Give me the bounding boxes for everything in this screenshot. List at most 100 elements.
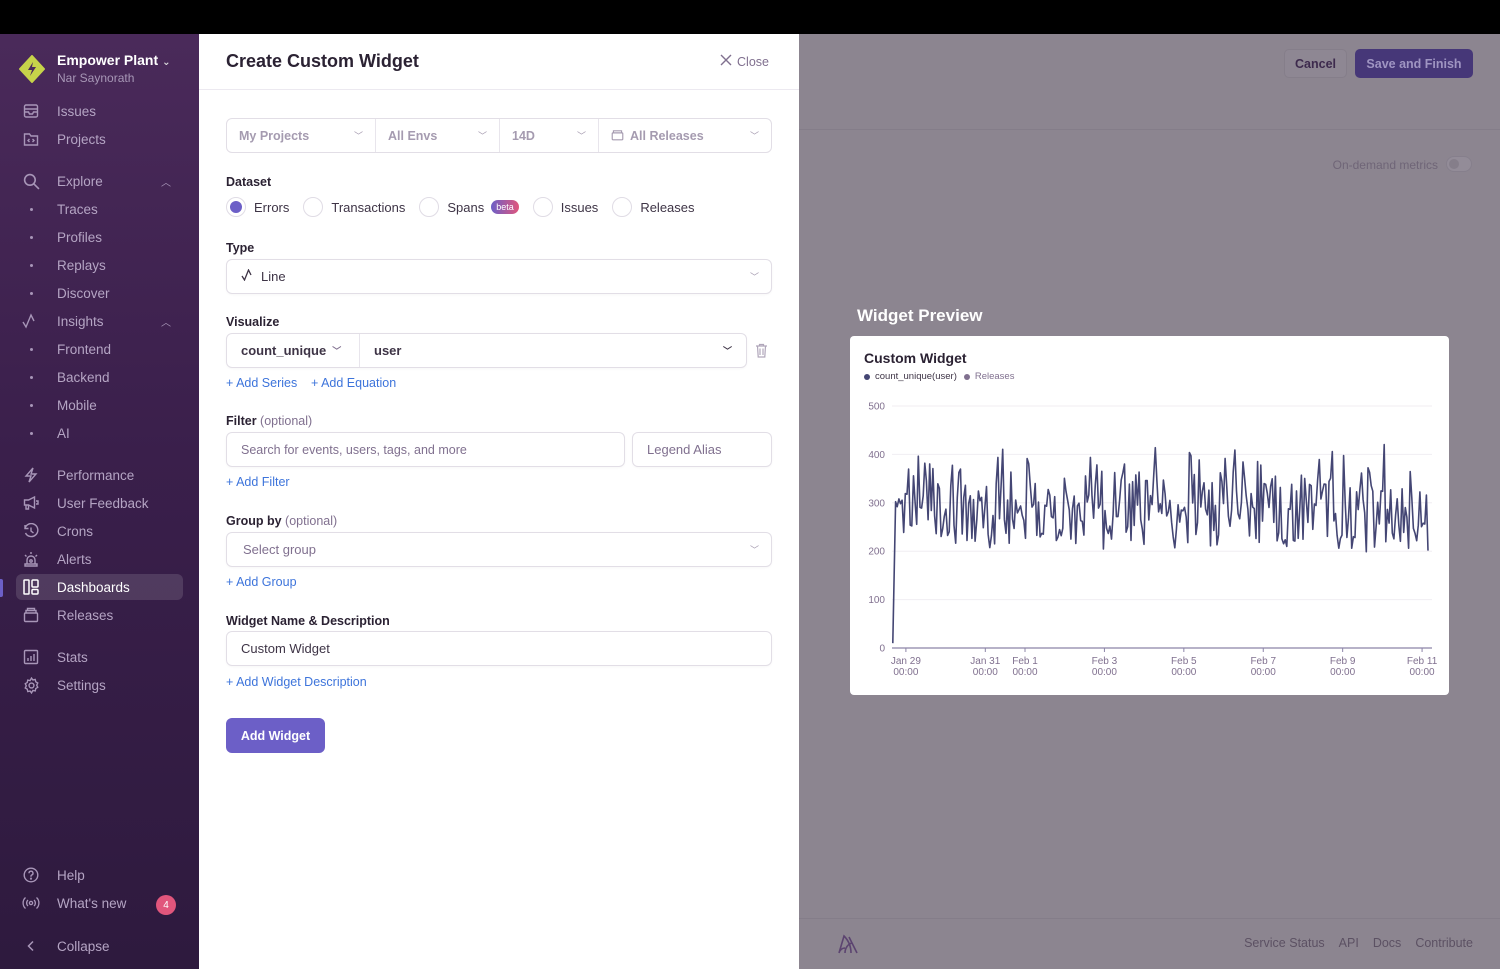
widget-name-input[interactable]: Custom Widget	[226, 631, 772, 666]
footer-link-service-status[interactable]: Service Status	[1244, 936, 1325, 950]
radio[interactable]	[419, 197, 440, 217]
radio[interactable]	[612, 197, 633, 217]
footer-link-docs[interactable]: Docs	[1373, 936, 1401, 950]
sidebar-item-projects[interactable]: Projects	[16, 126, 183, 152]
add-widget-button[interactable]: Add Widget	[226, 718, 325, 753]
add-group-link[interactable]: + Add Group	[226, 575, 297, 589]
sidebar-item-crons[interactable]: Crons	[16, 518, 183, 544]
filter-label: Filter (optional)	[226, 414, 313, 428]
y-tick-label: 500	[868, 402, 885, 413]
legend-item-releases[interactable]: Releases	[963, 371, 1014, 382]
display-type-select[interactable]: Line ﹀	[226, 259, 772, 294]
search-icon	[16, 173, 46, 190]
dashboard-icon	[16, 579, 46, 595]
dataset-option-issues[interactable]: Issues	[532, 197, 598, 217]
aggregate-function-select[interactable]: count_unique ﹀	[227, 334, 360, 367]
sentry-logo-icon	[837, 933, 861, 960]
chevron-left-icon	[16, 940, 46, 952]
chevron-down-icon: ⌄	[162, 57, 171, 68]
project-filter[interactable]: My Projects ﹀	[227, 119, 376, 152]
org-name: Empower Plant	[57, 52, 159, 68]
on-demand-metrics-toggle[interactable]	[1446, 156, 1472, 172]
chevron-down-icon: ﹀	[749, 545, 759, 555]
sidebar-collapse-button[interactable]: Collapse	[16, 933, 183, 959]
org-switcher[interactable]: Empower Plant ⌄ Nar Saynorath	[18, 52, 171, 85]
dataset-option-transactions[interactable]: Transactions	[303, 197, 405, 217]
sidebar-item-mobile[interactable]: Mobile	[16, 392, 183, 418]
close-button[interactable]: Close	[720, 54, 769, 69]
bullet-icon	[29, 235, 33, 239]
sidebar-item-discover[interactable]: Discover	[16, 280, 183, 306]
x-tick-label: Feb 9	[1330, 656, 1356, 667]
sidebar-item-user-feedback[interactable]: User Feedback	[16, 490, 183, 516]
x-tick-label: 00:00	[1171, 667, 1196, 678]
sidebar-item-backend[interactable]: Backend	[16, 364, 183, 390]
legend-alias-input[interactable]: Legend Alias	[632, 432, 772, 467]
sidebar-item-insights[interactable]: Insights ︿	[16, 308, 183, 334]
radio[interactable]	[532, 197, 553, 217]
bullet-icon	[29, 403, 33, 407]
group-by-label: Group by (optional)	[226, 514, 338, 528]
sidebar-item-frontend[interactable]: Frontend	[16, 336, 183, 362]
releases-icon	[611, 128, 624, 144]
x-tick-label: Feb 7	[1250, 656, 1276, 667]
sidebar-item-alerts[interactable]: Alerts	[16, 546, 183, 572]
sidebar-item-settings[interactable]: Settings	[16, 672, 183, 698]
x-tick-label: 00:00	[1330, 667, 1355, 678]
cancel-button[interactable]: Cancel	[1284, 49, 1347, 78]
add-filter-link[interactable]: + Add Filter	[226, 475, 290, 489]
chevron-down-icon: ﹀	[477, 131, 487, 141]
panel-title: Create Custom Widget	[226, 51, 419, 71]
environment-filter[interactable]: All Envs ﹀	[376, 119, 500, 152]
sidebar-item-ai[interactable]: AI	[16, 420, 183, 446]
widget-preview-title: Widget Preview	[857, 306, 983, 325]
footer-link-contribute[interactable]: Contribute	[1415, 936, 1473, 950]
y-tick-label: 100	[868, 595, 885, 606]
footer-link-api[interactable]: API	[1339, 936, 1359, 950]
save-and-finish-button[interactable]: Save and Finish	[1355, 49, 1473, 78]
page-filters-bar: My Projects ﹀ All Envs ﹀ 14D ﹀ All Releases…	[226, 118, 772, 153]
broadcast-icon	[16, 896, 46, 910]
siren-icon	[16, 551, 46, 567]
gear-icon	[16, 676, 46, 694]
beta-badge: beta	[491, 200, 519, 214]
radio-selected[interactable]	[226, 197, 246, 217]
help-icon	[16, 867, 46, 883]
sidebar-item-help[interactable]: Help	[16, 862, 183, 888]
x-tick-label: 00:00	[1092, 667, 1117, 678]
dataset-option-releases[interactable]: Releases	[612, 197, 695, 217]
sidebar-item-dashboards[interactable]: Dashboards	[16, 574, 183, 600]
add-series-link[interactable]: + Add Series	[226, 376, 297, 390]
sidebar-item-explore[interactable]: Explore ︿	[16, 168, 183, 194]
sidebar-item-replays[interactable]: Replays	[16, 252, 183, 278]
group-by-select[interactable]: Select group ﹀	[226, 532, 772, 567]
date-range-filter[interactable]: 14D ﹀	[500, 119, 599, 152]
bullet-icon	[29, 291, 33, 295]
bullet-icon	[29, 431, 33, 435]
add-equation-link[interactable]: + Add Equation	[311, 376, 396, 390]
legend-item-series[interactable]: count_unique(user)	[864, 371, 957, 382]
sidebar-item-performance[interactable]: Performance	[16, 462, 183, 488]
x-tick-label: 00:00	[1012, 667, 1037, 678]
delete-series-button[interactable]	[755, 343, 768, 363]
filter-search-input[interactable]: Search for events, users, tags, and more	[226, 432, 625, 467]
x-tick-label: 00:00	[1251, 667, 1276, 678]
sidebar-item-issues[interactable]: Issues	[16, 98, 183, 124]
dataset-option-errors[interactable]: Errors	[226, 197, 289, 217]
radio[interactable]	[303, 197, 324, 217]
sidebar-item-stats[interactable]: Stats	[16, 644, 183, 670]
x-tick-label: Feb 11	[1407, 656, 1438, 667]
chart-legend: count_unique(user) Releases	[864, 371, 1021, 382]
aggregate-field-select[interactable]: user ﹀	[360, 334, 746, 367]
chevron-up-icon: ︿	[161, 177, 171, 189]
x-tick-label: Feb 5	[1171, 656, 1197, 667]
series-line-count-unique-user	[892, 443, 1429, 644]
org-logo-icon	[18, 54, 46, 83]
add-widget-description-link[interactable]: + Add Widget Description	[226, 675, 367, 689]
dataset-option-spans[interactable]: Spans beta	[419, 197, 519, 217]
sidebar-item-traces[interactable]: Traces	[16, 196, 183, 222]
release-filter[interactable]: All Releases ﹀	[599, 119, 771, 152]
footer-divider	[799, 918, 1500, 919]
sidebar-item-releases[interactable]: Releases	[16, 602, 183, 628]
sidebar-item-profiles[interactable]: Profiles	[16, 224, 183, 250]
